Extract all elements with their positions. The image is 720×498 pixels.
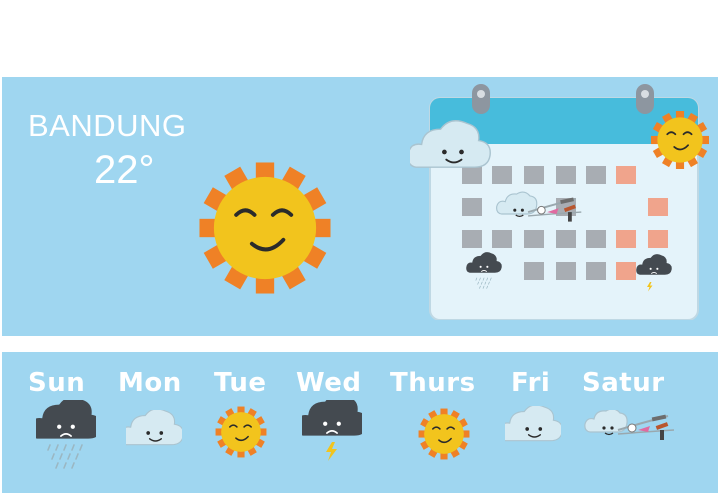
day-label-satur: Satur — [582, 368, 665, 398]
day-labels: Sun Mon Tue Wed Thurs Fri Satur — [0, 368, 720, 404]
sun-icon — [214, 405, 268, 459]
day-label-tue: Tue — [214, 368, 267, 398]
storm-rain-cloud-icon — [36, 400, 96, 469]
thunder-cloud-icon — [302, 400, 362, 461]
day-label-mon: Mon — [118, 368, 182, 398]
calendar-illustration — [410, 84, 710, 320]
cloud-icon — [126, 410, 182, 446]
wind-icon — [583, 410, 675, 441]
sun-icon — [417, 407, 471, 461]
current-temperature: 22° — [94, 148, 155, 192]
day-label-wed: Wed — [296, 368, 362, 398]
day-label-thurs: Thurs — [390, 368, 476, 398]
sun-icon — [197, 160, 333, 296]
day-label-fri: Fri — [511, 368, 551, 398]
city-name: BANDUNG — [28, 108, 187, 143]
day-label-sun: Sun — [28, 368, 86, 398]
cloud-icon — [505, 406, 561, 442]
